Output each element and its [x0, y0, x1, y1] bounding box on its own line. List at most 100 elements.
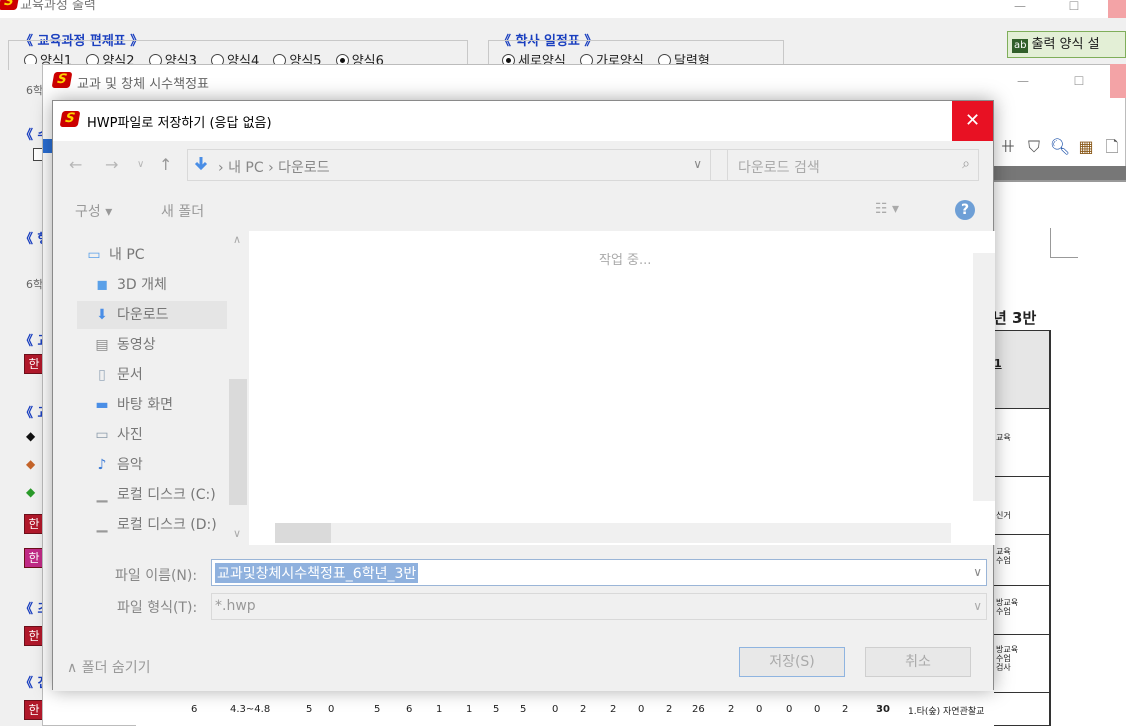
cancel-button[interactable]: 취소: [865, 647, 971, 677]
hwp-button-2[interactable]: 한: [24, 514, 44, 534]
filetype-select[interactable]: *.hwp ∨: [211, 593, 987, 620]
timetable-close-button[interactable]: [1110, 64, 1126, 98]
minimize-icon[interactable]: —: [1006, 0, 1034, 18]
organize-button[interactable]: 구성 ▾: [75, 201, 112, 221]
search-icon: ⌕: [962, 156, 970, 172]
recent-dropdown-icon[interactable]: ∨: [137, 159, 144, 170]
row-cell: 1.타(숲) 자연관찰교: [908, 707, 985, 717]
file-vertical-scrollbar[interactable]: [973, 231, 995, 545]
table-cell: 교육 수업: [994, 534, 1049, 585]
close-icon: ✕: [964, 110, 981, 131]
side-label-4: 6학: [26, 278, 44, 291]
page-icon[interactable]: 🗋: [1099, 136, 1125, 163]
timetable-bottom-row: 6 4.3~4.8 5 0 5 6 1 1 5 5 0 2 2 0 2 26 2…: [136, 689, 994, 726]
hwp-button-3[interactable]: 한: [24, 548, 44, 568]
dialog-close-button[interactable]: ✕: [952, 101, 993, 141]
row-cell: 2: [666, 704, 673, 715]
timetable-column: 1 교육 신거 교육 수업 방교육 수업 방교육 수업 검사: [993, 330, 1051, 726]
help-icon[interactable]: ?: [955, 200, 975, 220]
main-window-title: 교육과정 출력: [20, 0, 96, 13]
font-icon[interactable]: ꔠ: [995, 137, 1021, 157]
nav-scroll-thumb[interactable]: [229, 379, 247, 505]
back-arrow-icon[interactable]: ←: [69, 155, 82, 174]
diamond-icon-green: ◆: [26, 485, 36, 499]
address-dropdown-icon[interactable]: ∨: [693, 157, 702, 171]
address-bar[interactable]: › 내 PC › 다운로드 ∨: [187, 149, 711, 181]
scroll-up-icon[interactable]: ∧: [233, 233, 241, 246]
file-list-pane[interactable]: 작업 중...: [249, 231, 973, 545]
timetable-window-titlebar: S 교과 및 창체 시수책정표 — ☐: [43, 65, 1125, 97]
table-cell: 방교육 수업: [994, 585, 1049, 634]
file-vscroll-thumb[interactable]: [973, 253, 995, 501]
row-cell: 6: [191, 704, 198, 715]
nav-scrollbar[interactable]: ∧ ∨: [229, 231, 247, 545]
paint-icon[interactable]: ⛉: [1021, 137, 1047, 157]
row-cell: 26: [692, 704, 705, 715]
radio-form6[interactable]: 양식6: [335, 54, 384, 64]
save-button[interactable]: 저장(S): [739, 647, 845, 677]
row-cell: 6: [406, 704, 413, 715]
hide-folders-button[interactable]: ∧ 폴더 숨기기: [67, 657, 151, 677]
picture-icon: ▭: [95, 427, 109, 443]
hwp-button-1[interactable]: 한: [24, 354, 44, 374]
row-cell: 4.3~4.8: [230, 704, 271, 715]
row-cell: 1: [436, 704, 443, 715]
doc-header-band: [994, 166, 1126, 180]
row-cell: 2: [842, 704, 849, 715]
maximize-icon[interactable]: ☐: [1060, 0, 1088, 18]
grid-icon[interactable]: ▦: [1073, 137, 1099, 156]
forward-arrow-icon[interactable]: →: [105, 155, 118, 174]
class-label: 년 3반: [993, 309, 1037, 327]
up-arrow-icon[interactable]: ↑: [159, 155, 172, 174]
diamond-icon-black: ◆: [26, 429, 36, 443]
dialog-navbar: ← → ∨ ↑ › 내 PC › 다운로드 ∨ ↻ 다운로드 검색 ⌕: [53, 141, 993, 189]
scroll-down-icon[interactable]: ∨: [233, 527, 241, 540]
file-horizontal-scrollbar[interactable]: [275, 523, 951, 543]
print-badge-icon: ab: [1012, 39, 1029, 53]
app-logo-icon: S: [59, 111, 81, 127]
close-window-button[interactable]: [1108, 0, 1126, 18]
row-cell: 2: [610, 704, 617, 715]
music-icon: ♪: [97, 457, 107, 473]
file-hscroll-thumb[interactable]: [275, 523, 331, 543]
radio-form3[interactable]: 양식3: [148, 54, 197, 64]
filetype-dropdown-icon[interactable]: ∨: [973, 599, 982, 613]
filename-label: 파일 이름(N):: [115, 568, 198, 584]
search-box[interactable]: 다운로드 검색 ⌕: [727, 149, 979, 181]
diamond-icon-orange: ◆: [26, 457, 36, 471]
table-header-cell: 1: [994, 331, 1049, 408]
hwp-button-4[interactable]: 한: [24, 626, 44, 646]
minimize-icon[interactable]: —: [1009, 75, 1037, 93]
maximize-icon[interactable]: ☐: [1065, 75, 1093, 93]
nav-item-downloads[interactable]: ⬇ 다운로드: [77, 301, 227, 329]
new-folder-button[interactable]: 새 폴더: [161, 201, 204, 221]
radio-vertical[interactable]: 세로양식: [502, 54, 566, 64]
filename-value: 교과및창체시수책정표_6학년_3반: [215, 563, 419, 583]
app-logo-icon: S: [0, 0, 20, 10]
filename-input[interactable]: 교과및창체시수책정표_6학년_3반 ∨: [211, 559, 987, 586]
view-options-icon[interactable]: ☷ ▾: [875, 201, 899, 217]
radio-form4[interactable]: 양식4: [211, 54, 259, 64]
radio-form5[interactable]: 양식5: [273, 54, 322, 64]
row-cell: 0: [786, 704, 793, 715]
zoom-icon[interactable]: 🔍︎: [1047, 137, 1073, 156]
hwp-button-5[interactable]: 한: [24, 700, 44, 720]
download-arrow-icon: [194, 157, 208, 171]
print-settings-button[interactable]: ab 출력 양식 설: [1007, 31, 1126, 58]
filename-dropdown-icon[interactable]: ∨: [973, 565, 982, 579]
radio-calendar[interactable]: 달력형: [657, 54, 710, 64]
download-icon: ⬇: [96, 307, 108, 323]
radio-form2[interactable]: 양식2: [86, 54, 135, 64]
dialog-bottom-area: 파일 이름(N): 교과및창체시수책정표_6학년_3반 ∨ 파일 형식(T): …: [53, 545, 993, 691]
table-cell: 방교육 수업 검사: [994, 634, 1049, 692]
navigation-pane: ▭ 내 PC ◼ 3D 개체 ⬇ 다운로드 ▤ 동영상 ▯ 문서 ▬ 바탕 화면 ▭ 사진 ♪…: [53, 231, 249, 545]
nav-item-pc[interactable]: ▭ 내 PC: [83, 241, 249, 269]
disk-icon: ▁: [96, 517, 108, 533]
filetype-label: 파일 형식(T):: [117, 600, 198, 616]
schedule-radio-row: 세로양식 가로양식 달력형: [502, 50, 720, 64]
row-cell: 30: [876, 704, 890, 715]
radio-horizontal[interactable]: 가로양식: [579, 54, 644, 64]
command-bar: 구성 ▾ 새 폴더 ☷ ▾: [53, 189, 993, 231]
radio-form1[interactable]: 양식1: [24, 54, 72, 64]
row-cell: 0: [328, 704, 335, 715]
